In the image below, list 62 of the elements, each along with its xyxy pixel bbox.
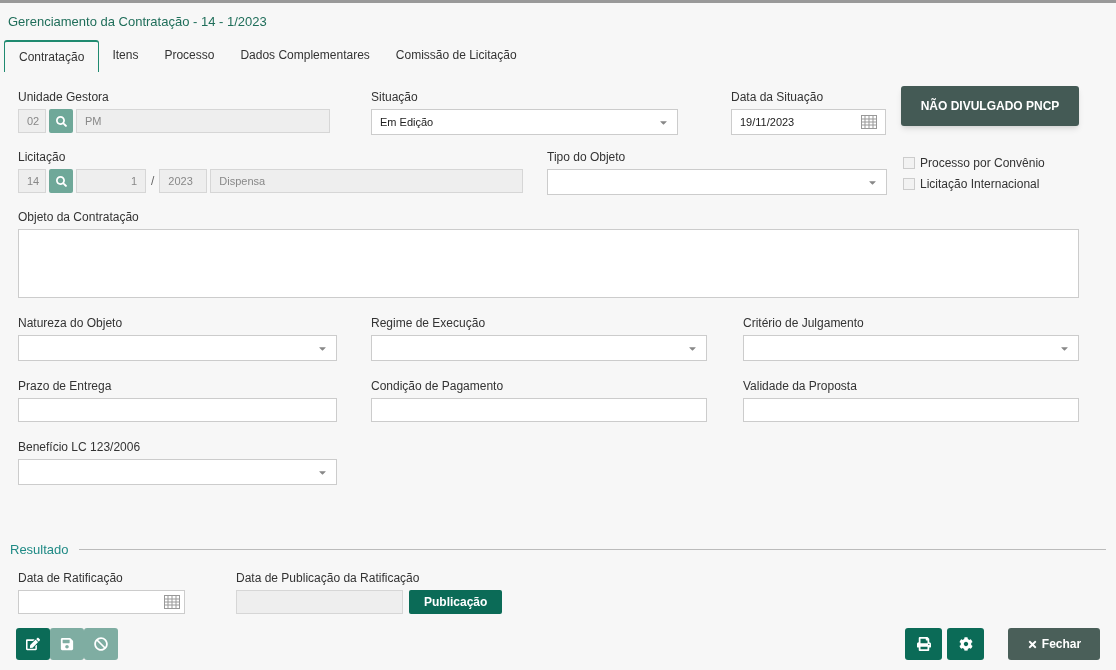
field-label: Tipo do Objeto	[547, 149, 627, 166]
page-title: Gerenciamento da Contratação - 14 - 1/2023	[8, 14, 267, 29]
section-heading: Resultado	[10, 540, 69, 559]
calendar-icon[interactable]	[861, 115, 877, 129]
dropdown-field[interactable]	[547, 169, 887, 195]
field-label: Prazo de Entrega	[18, 378, 113, 395]
dropdown-field[interactable]	[371, 335, 707, 361]
checkbox[interactable]	[903, 157, 915, 169]
readonly-field: Dispensa	[210, 169, 524, 193]
separator-text: /	[150, 173, 156, 190]
input-field[interactable]	[371, 398, 707, 422]
tab[interactable]: Contratação	[4, 40, 100, 72]
field-label: Objeto da Contratação	[18, 209, 140, 226]
field-label: Condição de Pagamento	[371, 378, 505, 395]
close-icon	[1026, 638, 1038, 650]
print-button[interactable]	[905, 628, 942, 660]
status-button[interactable]: NÃO DIVULGADO PNCP	[901, 86, 1079, 126]
date-field[interactable]	[18, 590, 185, 614]
input-field[interactable]	[743, 398, 1079, 422]
text-area[interactable]	[18, 229, 1079, 298]
field-label: Regime de Execução	[371, 315, 487, 332]
field-label: Data da Situação	[731, 89, 825, 106]
readonly-field: 14	[18, 169, 46, 193]
publish-button[interactable]: Publicação	[409, 590, 503, 614]
tab[interactable]: Comissão de Licitação	[382, 42, 530, 72]
search-button[interactable]	[49, 169, 73, 193]
edit-button[interactable]	[16, 628, 50, 660]
field-label: Natureza do Objeto	[18, 315, 124, 332]
settings-button[interactable]	[947, 628, 984, 660]
readonly-field: PM	[76, 109, 330, 133]
checkbox-label: Processo por Convênio	[920, 155, 1045, 172]
field-label: Validade da Proposta	[743, 378, 858, 395]
checkbox-label: Licitação Internacional	[920, 176, 1040, 193]
printer-icon	[916, 637, 931, 651]
field-label: Licitação	[18, 149, 67, 166]
field-label: Critério de Julgamento	[743, 315, 865, 332]
dropdown-field[interactable]	[18, 335, 337, 361]
field-label: Benefício LC 123/2006	[18, 439, 142, 456]
readonly-field: 2023	[159, 169, 208, 193]
calendar-icon[interactable]	[164, 595, 180, 609]
tab[interactable]: Itens	[99, 42, 152, 72]
readonly-field: 1	[76, 169, 146, 193]
dropdown-field[interactable]	[18, 459, 337, 485]
input-field[interactable]	[18, 398, 337, 422]
field-label: Data de Ratificação	[18, 570, 124, 587]
field-label: Unidade Gestora	[18, 89, 110, 106]
tab[interactable]: Dados Complementares	[227, 42, 383, 72]
edit-icon	[26, 637, 40, 651]
close-button[interactable]: Fechar	[1008, 628, 1100, 660]
search-icon	[55, 115, 67, 127]
search-button[interactable]	[49, 109, 73, 133]
readonly-field: 02	[18, 109, 46, 133]
field-label: Situação	[371, 89, 419, 106]
checkbox[interactable]	[903, 178, 915, 190]
date-field[interactable]: 19/11/2023	[731, 109, 886, 135]
search-icon	[55, 175, 67, 187]
gear-icon	[958, 637, 973, 651]
prohibited-icon	[94, 637, 108, 651]
dropdown-field[interactable]	[743, 335, 1079, 361]
dropdown-field[interactable]: Em Edição	[371, 109, 678, 135]
tab[interactable]: Processo	[151, 42, 228, 72]
field-label: Data de Publicação da Ratificação	[236, 570, 421, 587]
